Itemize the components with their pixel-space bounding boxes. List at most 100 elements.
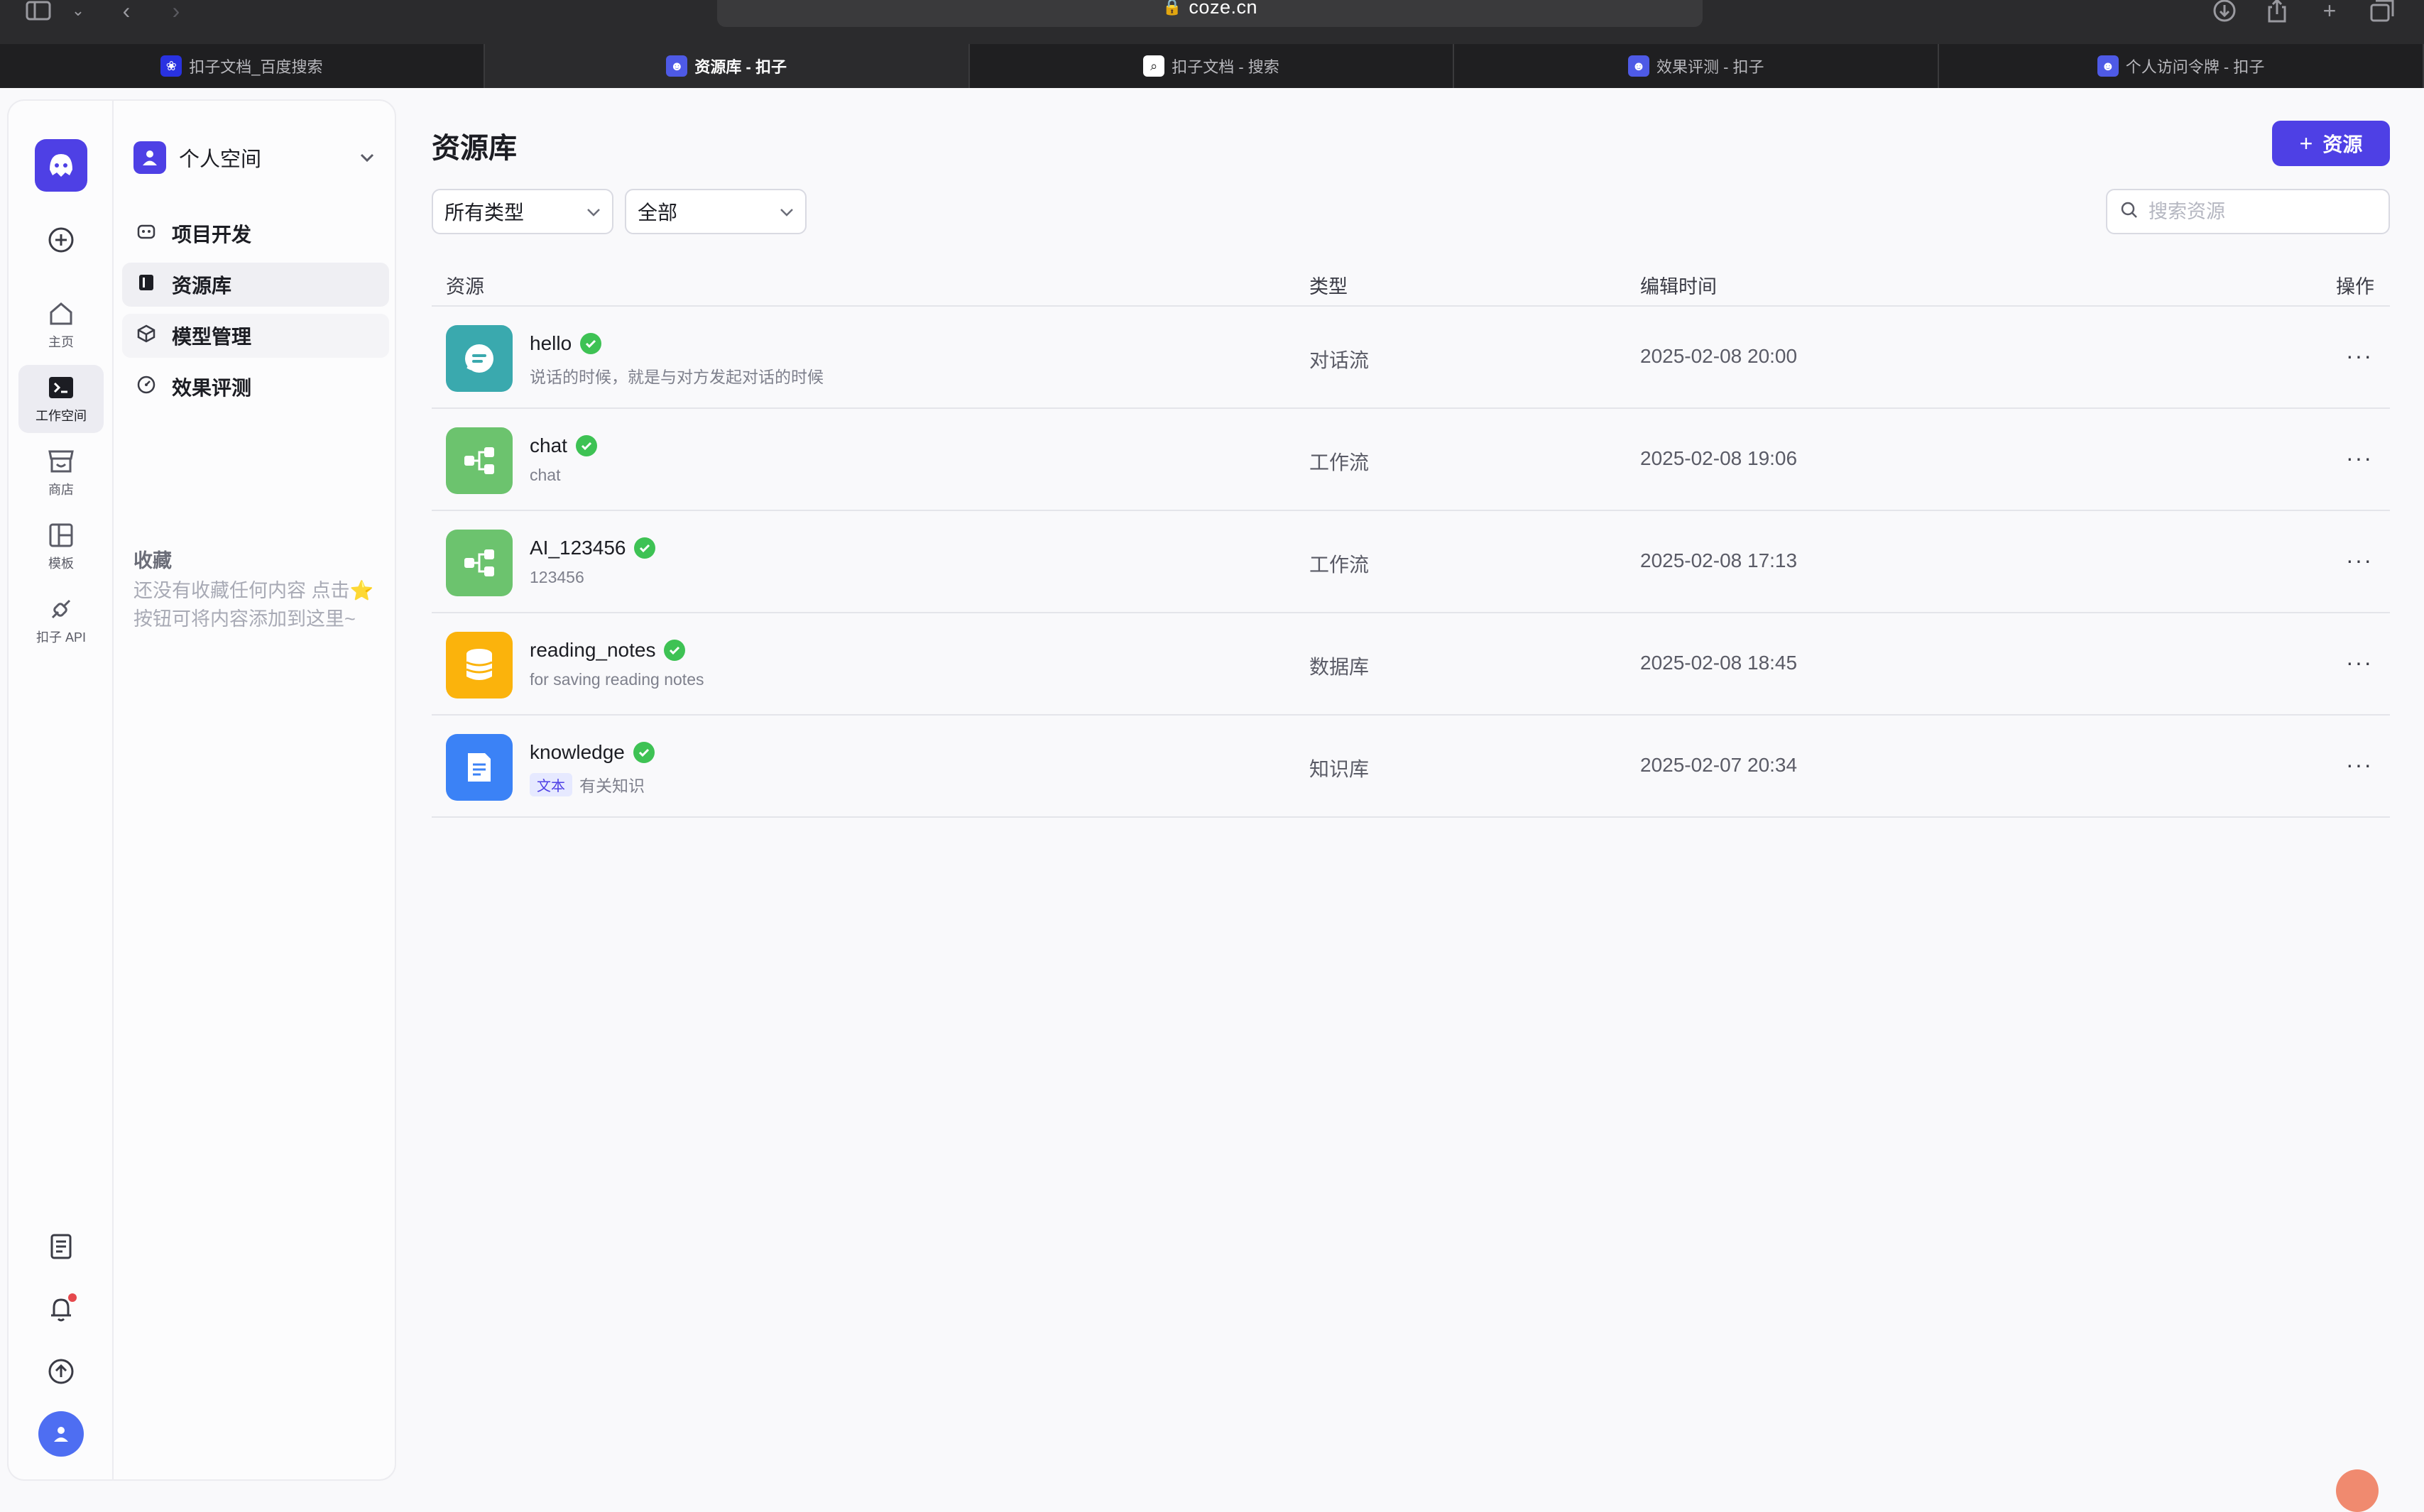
arrow-up-circle-icon — [47, 1357, 75, 1386]
nav-label: 资源库 — [172, 275, 232, 297]
more-actions-icon[interactable]: ··· — [2342, 338, 2377, 373]
avatar-icon — [38, 1411, 84, 1457]
tab-label: 资源库 - 扣子 — [694, 58, 787, 76]
rail-label: 主页 — [48, 335, 74, 349]
app: 主页 工作空间 商店 模板 扣子 API 个人空间 项目开发 资源库 模型管理 … — [0, 88, 2424, 1512]
search-box[interactable] — [2106, 189, 2390, 234]
nav-item-library[interactable]: 资源库 — [122, 263, 389, 307]
nav-item-models[interactable]: 模型管理 — [122, 314, 389, 358]
type-filter-value: 所有类型 — [444, 202, 525, 224]
tab-label: 扣子文档 - 搜索 — [1172, 58, 1279, 76]
resource-name[interactable]: AI_123456 — [530, 537, 656, 559]
scope-filter-select[interactable]: 全部 — [625, 189, 807, 234]
back-icon[interactable]: ‹ — [112, 0, 141, 23]
chevron-down-icon — [586, 202, 601, 221]
resource-name[interactable]: hello — [530, 332, 602, 355]
scope-filter-value: 全部 — [638, 202, 678, 224]
add-resource-button[interactable]: + 资源 — [2272, 121, 2390, 166]
more-actions-icon[interactable]: ··· — [2342, 542, 2377, 578]
resource-description-text: 说话的时候，就是与对方发起对话的时候 — [530, 368, 824, 386]
chevron-down-icon — [780, 202, 794, 221]
column-header-type: 类型 — [1309, 276, 1348, 297]
resource-type: 对话流 — [1309, 349, 1370, 371]
resource-name-text: hello — [530, 332, 572, 354]
search-icon: ⌕ — [1143, 55, 1165, 77]
left-rail: 主页 工作空间 商店 模板 扣子 API — [7, 99, 112, 1481]
table-row[interactable]: AI_123456 123456 工作流 2025-02-08 17:13 ··… — [432, 511, 2390, 613]
lock-icon: 🔒 — [1162, 0, 1182, 16]
download-icon[interactable] — [2210, 0, 2239, 22]
rail-item-workspace[interactable]: 工作空间 — [18, 365, 104, 433]
browser-tab-library[interactable]: ☻ 资源库 - 扣子 — [484, 44, 970, 88]
browser-tab-baidu[interactable]: ❀ 扣子文档_百度搜索 × — [0, 44, 501, 88]
nav-label: 项目开发 — [172, 224, 252, 246]
resource-type: 数据库 — [1309, 656, 1370, 678]
search-input[interactable] — [2149, 200, 2376, 223]
assistant-bubble-icon[interactable] — [2336, 1469, 2379, 1512]
plus-circle-icon — [47, 226, 75, 254]
table-row[interactable]: hello 说话的时候，就是与对方发起对话的时候 对话流 2025-02-08 … — [432, 307, 2390, 409]
more-actions-icon[interactable]: ··· — [2342, 645, 2377, 680]
nav-item-project[interactable]: 项目开发 — [122, 212, 389, 256]
notifications-button[interactable] — [18, 1286, 104, 1332]
resource-name[interactable]: chat — [530, 434, 597, 457]
resource-name[interactable]: knowledge — [530, 741, 655, 764]
resource-name-text: reading_notes — [530, 639, 656, 661]
baidu-icon: ❀ — [160, 55, 182, 77]
workflow-icon — [446, 530, 513, 596]
resource-name[interactable]: reading_notes — [530, 639, 686, 662]
home-icon — [47, 300, 75, 328]
nav-label: 模型管理 — [172, 326, 252, 348]
check-icon — [580, 333, 602, 354]
table-row[interactable]: reading_notes for saving reading notes 数… — [432, 613, 2390, 716]
store-icon — [47, 447, 75, 476]
check-icon — [634, 537, 656, 559]
resource-name-text: chat — [530, 434, 567, 456]
library-icon — [136, 273, 156, 297]
more-actions-icon[interactable]: ··· — [2342, 440, 2377, 476]
more-actions-icon[interactable]: ··· — [2342, 747, 2377, 782]
chevron-down-icon[interactable]: ⌄ — [64, 0, 92, 21]
template-icon — [47, 521, 75, 549]
chevron-down-icon — [359, 148, 375, 168]
rail-item-store[interactable]: 商店 — [18, 439, 104, 507]
browser-tab-token[interactable]: ☻ 个人访问令牌 - 扣子 — [1939, 44, 2424, 88]
nav-label: 效果评测 — [172, 377, 252, 399]
document-icon — [47, 1232, 75, 1261]
browser-tab-docs-search[interactable]: ⌕ 扣子文档 - 搜索 — [970, 44, 1455, 88]
robot-icon — [136, 221, 156, 246]
table-row[interactable]: chat chat 工作流 2025-02-08 19:06 ··· — [432, 409, 2390, 511]
rail-item-api[interactable]: 扣子 API — [18, 586, 104, 654]
space-name: 个人空间 — [179, 148, 262, 171]
resource-edit-time: 2025-02-08 18:45 — [1640, 652, 1798, 674]
forward-icon[interactable]: › — [162, 0, 190, 23]
share-icon[interactable] — [2263, 0, 2291, 23]
browser-toolbar: ⌄ ‹ › 🔒 coze.cn + — [0, 0, 2424, 44]
nav-item-evaluation[interactable]: 效果评测 — [122, 365, 389, 409]
chatflow-icon — [446, 325, 513, 392]
address-bar[interactable]: 🔒 coze.cn — [717, 0, 1703, 27]
user-avatar[interactable] — [18, 1408, 104, 1459]
type-filter-select[interactable]: 所有类型 — [432, 189, 613, 234]
browser-tab-evaluation[interactable]: ☻ 效果评测 - 扣子 — [1454, 44, 1940, 88]
resource-type: 知识库 — [1309, 758, 1370, 780]
table-row[interactable]: knowledge 文本 有关知识 知识库 2025-02-07 20:34 ·… — [432, 716, 2390, 818]
coze-logo-icon[interactable] — [35, 139, 87, 192]
rail-item-template[interactable]: 模板 — [18, 513, 104, 581]
coze-icon: ☻ — [2097, 55, 2119, 77]
resource-type: 工作流 — [1309, 554, 1370, 576]
upgrade-button[interactable] — [18, 1349, 104, 1394]
main-content: 资源库 + 资源 所有类型 全部 资源 类型 — [396, 88, 2424, 1492]
create-button[interactable] — [18, 217, 104, 263]
tab-overview-icon[interactable] — [2368, 0, 2396, 22]
workflow-icon — [446, 427, 513, 494]
sidebar-toggle-icon[interactable] — [24, 0, 53, 21]
resource-description: for saving reading notes — [530, 670, 704, 689]
space-selector[interactable]: 个人空间 — [133, 138, 375, 177]
docs-button[interactable] — [18, 1224, 104, 1269]
new-tab-icon[interactable]: + — [2315, 0, 2344, 23]
resource-description: 123456 — [530, 568, 584, 587]
favorites-empty-text: 还没有收藏任何内容 点击⭐按钮可将内容添加到这里~ — [133, 580, 374, 630]
notification-dot — [68, 1293, 77, 1302]
rail-item-home[interactable]: 主页 — [18, 291, 104, 359]
